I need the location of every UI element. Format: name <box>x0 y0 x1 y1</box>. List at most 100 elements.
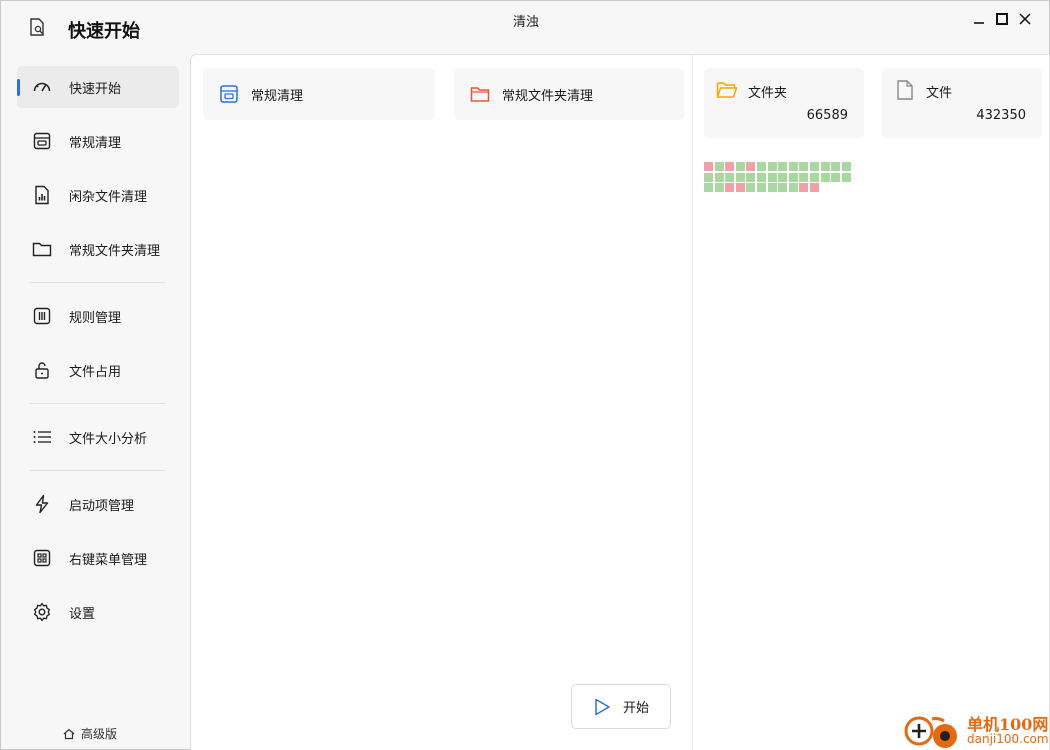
start-button-label: 开始 <box>622 701 649 716</box>
minimize-icon <box>973 22 984 24</box>
grid-menu-icon <box>33 549 51 567</box>
status-cell <box>810 162 819 171</box>
sidebar-item-label: 闲杂文件清理 <box>69 190 148 205</box>
status-cell <box>778 183 788 193</box>
status-cell <box>735 162 745 171</box>
file-chart-icon <box>35 185 49 205</box>
sidebar-item-label: 启动项管理 <box>69 499 135 514</box>
main-panel: 常规清理 常规文件夹清理 文件夹 66589 文件 432350 开始 <box>190 54 1050 750</box>
status-cell <box>778 162 788 171</box>
sidebar-item-size-analysis[interactable]: 文件大小分析 <box>17 416 179 458</box>
maximize-icon <box>995 13 1008 25</box>
lightning-icon <box>35 494 49 514</box>
minimize-button[interactable] <box>972 11 985 27</box>
status-cell <box>841 172 851 182</box>
sidebar-item-label: 常规清理 <box>69 136 122 151</box>
watermark: 单机100网 danji100.com <box>903 708 1050 750</box>
stat-card-files: 文件 432350 <box>882 68 1042 138</box>
sidebar-item-settings[interactable]: 设置 <box>17 591 179 633</box>
speedometer-icon <box>33 82 51 92</box>
status-cell <box>714 162 724 171</box>
status-cell <box>799 162 809 171</box>
home-icon <box>63 728 75 739</box>
close-button[interactable] <box>1018 11 1031 27</box>
status-cell <box>704 183 713 193</box>
status-cell <box>841 162 851 171</box>
folder-icon <box>32 242 52 257</box>
status-cell <box>746 162 756 171</box>
sidebar-item-label: 规则管理 <box>69 311 122 326</box>
sidebar-divider <box>29 403 165 404</box>
status-cell <box>704 172 713 182</box>
status-cell <box>725 162 735 171</box>
status-cell <box>757 172 766 182</box>
status-cell <box>746 183 756 193</box>
pro-version-label: 高级版 <box>81 727 118 741</box>
window-title: 清浊 <box>512 15 539 30</box>
stat-label: 文件夹 <box>748 86 788 101</box>
sidebar-item-context-menu[interactable]: 右键菜单管理 <box>17 537 179 579</box>
stat-value: 432350 <box>976 108 1026 123</box>
sidebar-divider <box>29 282 165 283</box>
status-cell <box>820 162 830 171</box>
app-window: 快速开始 清浊 快速开始 常规清理 闲杂文件清理 常规文件夹清理 规则管理 文件… <box>0 0 1050 750</box>
status-cell <box>788 172 798 182</box>
sidebar-divider <box>29 470 165 471</box>
status-cell <box>735 172 745 182</box>
mode-card-label: 常规清理 <box>251 89 304 104</box>
stat-label: 文件 <box>926 86 953 101</box>
status-cell <box>799 183 809 193</box>
stat-value: 66589 <box>806 108 848 123</box>
status-cell <box>757 183 766 193</box>
status-cell <box>767 183 777 193</box>
status-cell <box>725 183 735 193</box>
sidebar-item-label: 快速开始 <box>69 82 122 97</box>
cleanup-box-icon <box>33 132 51 150</box>
status-cell <box>767 172 777 182</box>
status-cell <box>767 162 777 171</box>
sidebar-item-folder-cleanup[interactable]: 常规文件夹清理 <box>17 228 179 270</box>
sidebar-item-regular-cleanup[interactable]: 常规清理 <box>17 120 179 162</box>
status-cell <box>810 183 819 193</box>
sidebar-item-label: 右键菜单管理 <box>69 553 148 568</box>
sidebar-item-label: 文件占用 <box>69 365 122 380</box>
folder-open-icon <box>716 82 738 98</box>
status-cell <box>757 162 766 171</box>
sidebar-item-file-lock[interactable]: 文件占用 <box>17 349 179 391</box>
gear-icon <box>33 602 51 622</box>
mode-card-folder-cleanup[interactable]: 常规文件夹清理 <box>454 68 684 120</box>
sidebar-item-junk-files[interactable]: 闲杂文件清理 <box>17 174 179 216</box>
stat-card-folders: 文件夹 66589 <box>704 68 864 138</box>
watermark-url: danji100.com <box>967 732 1049 746</box>
watermark-logo-icon <box>904 716 957 748</box>
status-cell <box>704 162 713 171</box>
mode-card-regular-cleanup[interactable]: 常规清理 <box>203 68 435 120</box>
status-cell <box>831 162 841 171</box>
list-icon <box>33 431 51 443</box>
status-cell <box>735 183 745 193</box>
unlock-icon <box>35 362 49 379</box>
sidebar-item-rules[interactable]: 规则管理 <box>17 295 179 337</box>
status-cell <box>725 172 735 182</box>
pro-version-link[interactable]: 高级版 <box>63 725 117 742</box>
rules-columns-icon <box>33 307 51 325</box>
status-cell <box>799 172 809 182</box>
start-button[interactable]: 开始 <box>571 684 671 729</box>
sidebar-item-quick-start[interactable]: 快速开始 <box>17 66 179 108</box>
status-cell <box>831 172 841 182</box>
status-cell <box>788 162 798 171</box>
status-cell <box>810 172 819 182</box>
sidebar-item-label: 常规文件夹清理 <box>69 244 161 259</box>
sidebar-item-startup[interactable]: 启动项管理 <box>17 483 179 525</box>
maximize-button[interactable] <box>995 11 1008 27</box>
status-cell <box>714 172 724 182</box>
status-cell <box>820 172 830 182</box>
cleanup-box-icon <box>220 85 238 103</box>
sidebar: 快速开始 常规清理 闲杂文件清理 常规文件夹清理 规则管理 文件占用 文件大小分… <box>1 57 190 750</box>
play-icon <box>595 698 610 715</box>
folder-icon <box>470 87 490 102</box>
panel-divider <box>692 55 693 750</box>
sidebar-item-label: 文件大小分析 <box>69 432 148 447</box>
status-cell <box>714 183 724 193</box>
status-cell <box>746 172 756 182</box>
